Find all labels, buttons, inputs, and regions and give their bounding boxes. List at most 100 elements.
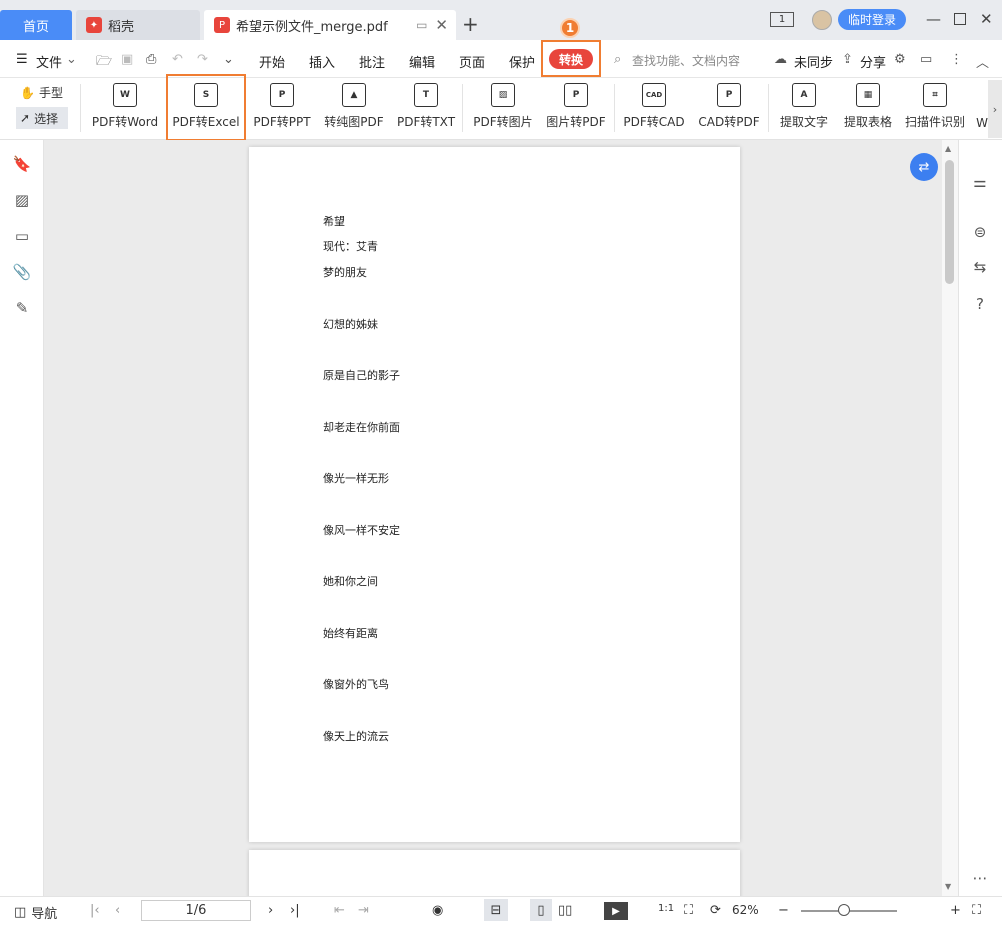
prev-page-icon[interactable]: ‹ bbox=[115, 903, 120, 918]
menu-page[interactable]: 页面 bbox=[459, 52, 485, 71]
tab-home[interactable]: 首页 bbox=[0, 10, 72, 40]
pdf-to-txt-button[interactable]: T PDF转TXT bbox=[394, 80, 458, 138]
pdf-to-cad-label: PDF转CAD bbox=[623, 115, 685, 129]
next-page-icon[interactable]: › bbox=[268, 903, 273, 918]
zoom-slider-knob[interactable] bbox=[838, 904, 850, 916]
pdf-to-word-icon: W bbox=[113, 83, 137, 107]
double-page-icon[interactable]: ▯▯ bbox=[558, 903, 572, 918]
avatar[interactable] bbox=[812, 10, 832, 30]
scrollbar-thumb[interactable] bbox=[945, 160, 954, 284]
to-image-pdf-button[interactable]: ▲ 转纯图PDF bbox=[322, 80, 386, 138]
pdf-to-image-button[interactable]: ▨ PDF转图片 bbox=[470, 80, 536, 138]
pdf-to-image-label: PDF转图片 bbox=[473, 115, 533, 129]
open-folder-icon[interactable]: 🗁 bbox=[96, 52, 112, 74]
hamburger-icon[interactable]: ☰ bbox=[16, 52, 28, 67]
fullscreen-icon[interactable]: ⛶ bbox=[972, 903, 981, 918]
settings-gear-icon[interactable]: ⚙ bbox=[894, 52, 906, 67]
share-button[interactable]: 分享 bbox=[860, 52, 886, 71]
poem-line: 像光一样无形 bbox=[323, 472, 389, 485]
zoom-out-icon[interactable]: − bbox=[778, 903, 789, 918]
search-input[interactable]: 查找功能、文档内容 bbox=[632, 52, 740, 69]
more-vertical-icon[interactable]: ⋮ bbox=[950, 52, 963, 67]
hand-tool[interactable]: ✋ 手型 bbox=[20, 84, 63, 101]
search-text-icon[interactable]: ⊜ bbox=[970, 222, 990, 242]
ribbon-overflow-item[interactable]: W bbox=[976, 80, 988, 138]
cad-to-pdf-button[interactable]: P CAD转PDF bbox=[696, 80, 762, 138]
signature-icon[interactable]: ✎ bbox=[12, 298, 32, 318]
image-to-pdf-button[interactable]: P 图片转PDF bbox=[544, 80, 608, 138]
tab-close-icon[interactable]: ✕ bbox=[435, 16, 448, 34]
more-horizontal-icon[interactable]: ⋯ bbox=[970, 868, 990, 888]
new-tab-plus-icon[interactable]: + bbox=[462, 12, 479, 36]
help-icon[interactable]: ? bbox=[970, 294, 990, 314]
last-page-icon[interactable]: ›| bbox=[290, 903, 300, 918]
comment-icon[interactable]: ▭ bbox=[920, 52, 932, 67]
zoom-level-select[interactable]: 62% bbox=[732, 903, 759, 917]
minimize-icon[interactable]: — bbox=[926, 10, 941, 28]
page-layout-icon[interactable]: 1 bbox=[770, 12, 794, 27]
poem-line: 现代：艾青 bbox=[323, 240, 378, 253]
attachment-icon[interactable]: 📎 bbox=[12, 262, 32, 282]
scan-ocr-button[interactable]: ⌗ 扫描件识别 bbox=[902, 80, 968, 138]
login-button[interactable]: 临时登录 bbox=[838, 9, 906, 30]
pdf-to-txt-icon: T bbox=[414, 83, 438, 107]
pdf-to-word-button[interactable]: W PDF转Word bbox=[88, 80, 162, 138]
maximize-icon[interactable] bbox=[954, 13, 966, 25]
fit-page-icon[interactable]: ⛶ bbox=[684, 903, 693, 918]
comment-panel-icon[interactable]: ▭ bbox=[12, 226, 32, 246]
right-panel bbox=[958, 140, 1002, 896]
scroll-up-icon[interactable]: ▲ bbox=[945, 144, 951, 153]
tab-document[interactable]: P 希望示例文件_merge.pdf ▭ ✕ bbox=[204, 10, 456, 40]
redo-icon[interactable]: ↷ bbox=[197, 52, 208, 67]
eye-protect-icon[interactable]: ◉ bbox=[432, 903, 443, 918]
pdf-to-cad-button[interactable]: CAD PDF转CAD bbox=[620, 80, 688, 138]
chevron-down-icon[interactable]: ⌄ bbox=[66, 52, 77, 67]
first-page-icon[interactable]: |‹ bbox=[90, 903, 100, 918]
menu-start[interactable]: 开始 bbox=[259, 52, 285, 71]
quick-more-icon[interactable]: ⌄ bbox=[223, 52, 234, 67]
poem-line: 像窗外的飞鸟 bbox=[323, 678, 389, 691]
menu-edit[interactable]: 编辑 bbox=[409, 52, 435, 71]
menu-convert[interactable]: 转换 bbox=[549, 49, 593, 69]
properties-sliders-icon[interactable]: ⚌ bbox=[970, 172, 990, 192]
menu-file[interactable]: 文件 bbox=[36, 52, 62, 71]
cad-to-pdf-label: CAD转PDF bbox=[698, 115, 760, 129]
search-icon[interactable]: ⌕ bbox=[614, 52, 621, 67]
zoom-in-icon[interactable]: + bbox=[950, 903, 961, 918]
play-slideshow-icon[interactable]: ▶ bbox=[604, 902, 628, 920]
pdf-to-ppt-button[interactable]: P PDF转PPT bbox=[250, 80, 314, 138]
pdf-to-excel-button[interactable]: S PDF转Excel bbox=[170, 80, 242, 138]
floating-convert-icon[interactable]: ⇄ bbox=[910, 153, 938, 181]
forward-view-icon[interactable]: ⇥ bbox=[358, 903, 369, 918]
extract-table-button[interactable]: ▦ 提取表格 bbox=[840, 80, 896, 138]
menu-protect[interactable]: 保护 bbox=[509, 52, 535, 71]
fit-width-icon[interactable]: ⊟ bbox=[484, 899, 508, 921]
tab-daoke[interactable]: ✦ 稻壳 bbox=[76, 10, 200, 40]
thumbnail-icon[interactable]: ▨ bbox=[12, 190, 32, 210]
menu-annotate[interactable]: 批注 bbox=[359, 52, 385, 71]
window-close-icon[interactable]: ✕ bbox=[980, 10, 993, 28]
actual-size-icon[interactable]: 1:1 bbox=[658, 903, 674, 914]
extract-text-button[interactable]: A 提取文字 bbox=[776, 80, 832, 138]
ribbon-scroll-right-icon[interactable]: › bbox=[988, 80, 1002, 138]
page-number-input[interactable]: 1/6 bbox=[141, 900, 251, 921]
sync-status[interactable]: 未同步 bbox=[794, 52, 833, 71]
single-page-icon[interactable]: ▯ bbox=[530, 899, 552, 921]
collapse-ribbon-icon[interactable]: ︿ bbox=[976, 52, 989, 71]
print-icon[interactable]: ⎙ bbox=[146, 52, 156, 67]
undo-icon[interactable]: ↶ bbox=[172, 52, 183, 67]
cursor-arrow-icon: ➚ bbox=[20, 111, 31, 125]
rotate-icon[interactable]: ⟳ bbox=[710, 903, 721, 918]
menu-insert[interactable]: 插入 bbox=[309, 52, 335, 71]
scroll-down-icon[interactable]: ▼ bbox=[945, 882, 951, 891]
back-view-icon[interactable]: ⇤ bbox=[334, 903, 345, 918]
cloud-sync-icon[interactable]: ☁ bbox=[774, 52, 787, 67]
share-icon[interactable]: ⇪ bbox=[842, 52, 853, 67]
navigation-toggle[interactable]: ◫ 导航 bbox=[14, 903, 57, 922]
extract-text-label: 提取文字 bbox=[779, 115, 828, 129]
bookmark-icon[interactable]: 🔖 bbox=[12, 154, 32, 174]
translate-icon[interactable]: ⇆ bbox=[970, 257, 990, 277]
save-icon[interactable]: ▣ bbox=[121, 52, 133, 67]
tab-restore-icon[interactable]: ▭ bbox=[416, 18, 427, 32]
select-tool[interactable]: ➚ 选择 bbox=[16, 107, 68, 129]
